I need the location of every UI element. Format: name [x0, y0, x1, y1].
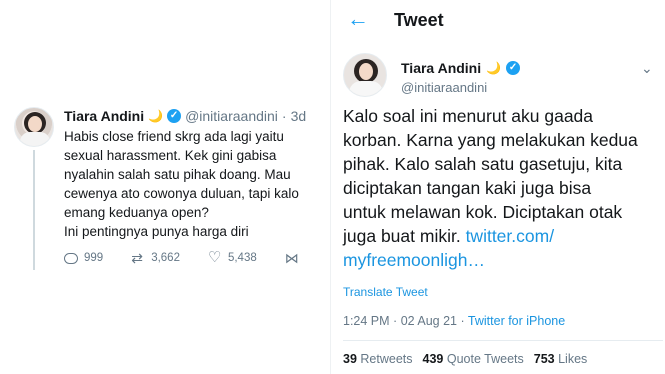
author-name-row: Tiara Andini 🌙 ✓ — [401, 60, 521, 76]
tweet-detail: ← Tweet Tiara Andini 🌙 ✓ @initiaraandini… — [330, 0, 665, 374]
retweets-label: Retweets — [360, 352, 413, 366]
tweet-text: Habis close friend skrg ada lagi yaitu s… — [64, 127, 314, 241]
tweet-link-continued[interactable]: myfreemoonligh… — [343, 250, 485, 270]
avatar[interactable] — [14, 107, 54, 147]
tweet-stats: 39 Retweets 439 Quote Tweets 753 Likes — [343, 352, 587, 366]
verified-badge-icon: ✓ — [167, 109, 182, 123]
tweet-line: juga buat mikir. twitter.com/ — [343, 224, 663, 248]
retweet-count: 3,662 — [151, 252, 180, 264]
likes-label: Likes — [558, 352, 588, 366]
quote-tweets-label: Quote Tweets — [446, 352, 524, 366]
thread-line — [33, 150, 35, 270]
reply-button[interactable]: 999 — [64, 252, 103, 264]
verified-badge-icon: ✓ — [506, 61, 521, 75]
tweet-meta: 1:24 PM · 02 Aug 21 · Twitter for iPhone — [343, 314, 565, 328]
tweet-line: korban. Karna yang melakukan kedua — [343, 130, 638, 150]
author-handle[interactable]: @initiaraandini — [185, 108, 278, 124]
share-icon: ⋈ — [284, 250, 299, 266]
top-bar: ← Tweet — [331, 0, 665, 40]
tweet-line: myfreemoonligh… — [343, 248, 663, 272]
tweet-timestamp[interactable]: 3d — [291, 108, 307, 124]
tweet-line: emang keduanya open? — [64, 205, 209, 220]
retweet-button[interactable]: ⇄ 3,662 — [131, 251, 180, 265]
tweet-link[interactable]: twitter.com/ — [466, 226, 555, 246]
likes-stat[interactable]: 753 Likes — [534, 352, 588, 366]
heart-icon: ♡ — [207, 249, 222, 266]
tweet-line: cewenya ato cowonya duluan, tapi kalo — [64, 186, 299, 201]
tweet-line: sexual harassment. Kek gini gabisa — [64, 148, 277, 163]
author-name[interactable]: Tiara Andini — [401, 60, 481, 76]
reply-icon — [64, 252, 78, 264]
tweet-date[interactable]: 02 Aug 21 — [401, 314, 457, 328]
tweet-line: diciptakan tangan kaki juga bisa — [343, 178, 592, 198]
like-button[interactable]: ♡ 5,438 — [207, 249, 257, 266]
moon-emoji-icon: 🌙 — [486, 61, 502, 75]
likes-count: 753 — [533, 352, 555, 366]
tweet-line: Habis close friend skrg ada lagi yaitu — [64, 129, 284, 144]
tweet-source[interactable]: Twitter for iPhone — [468, 314, 565, 328]
back-arrow-icon[interactable]: ← — [347, 8, 369, 30]
avatar[interactable] — [343, 53, 387, 97]
tweet-line: pihak. Kalo salah satu gasetuju, kita — [343, 154, 623, 174]
like-count: 5,438 — [227, 252, 257, 264]
tweet-header: Tiara Andini 🌙 ✓ @initiaraandini · 3d — [64, 108, 306, 124]
separator-dot: · — [460, 314, 465, 328]
retweet-icon: ⇄ — [131, 250, 143, 266]
author-handle[interactable]: @initiaraandini — [401, 80, 487, 95]
tweet-line: nyalahin salah satu pihak doang. Mau — [64, 167, 291, 182]
separator-dot: · — [393, 314, 398, 328]
reply-count: 999 — [84, 252, 104, 264]
tweet-text: Kalo soal ini menurut aku gaada korban. … — [343, 104, 663, 272]
moon-emoji-icon: 🌙 — [148, 109, 164, 123]
chevron-down-icon[interactable]: ⌄ — [641, 60, 653, 77]
tweet-line: Ini pentingnya punya harga diri — [64, 224, 249, 239]
tweet-line-text: juga buat mikir. — [343, 226, 466, 246]
share-button[interactable]: ⋈ — [285, 251, 299, 265]
page-title: Tweet — [394, 10, 444, 30]
quote-tweets-stat[interactable]: 439 Quote Tweets — [423, 352, 524, 366]
timeline-tweet[interactable]: Tiara Andini 🌙 ✓ @initiaraandini · 3d Ha… — [0, 0, 330, 374]
quote-tweets-count: 439 — [422, 352, 444, 366]
tweet-time[interactable]: 1:24 PM — [343, 314, 390, 328]
tweet-line: Kalo soal ini menurut aku gaada — [343, 106, 594, 126]
retweets-count: 39 — [343, 352, 357, 366]
separator-dot: · — [281, 108, 287, 124]
divider — [343, 340, 663, 341]
tweet-actions: 999 ⇄ 3,662 ♡ 5,438 ⋈ — [64, 249, 299, 266]
author-name[interactable]: Tiara Andini — [64, 108, 144, 124]
translate-tweet-link[interactable]: Translate Tweet — [343, 285, 428, 299]
retweets-stat[interactable]: 39 Retweets — [343, 352, 413, 366]
tweet-line: untuk melawan kok. Diciptakan otak — [343, 202, 623, 222]
